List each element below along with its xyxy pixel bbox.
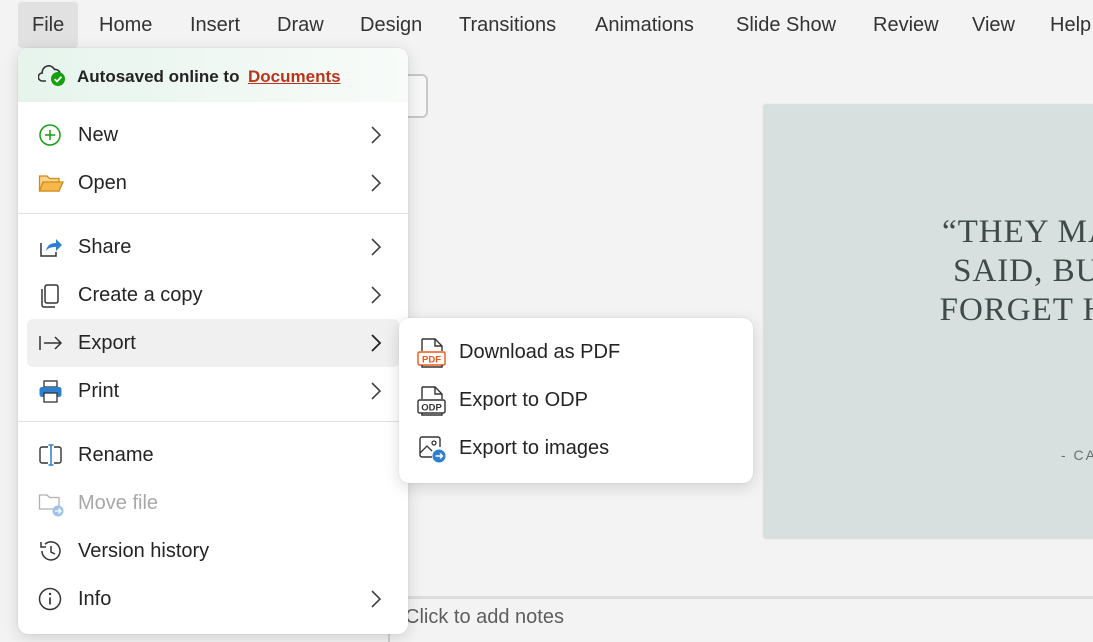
info-icon [38, 587, 62, 611]
chevron-right-icon [371, 286, 382, 304]
quote-line: “THEY MAY F [941, 214, 1093, 250]
menu-item-label: Export [78, 332, 136, 354]
menu-item-create-copy[interactable]: Create a copy [18, 271, 408, 319]
slide-quote: “THEY MAY F SAID, BUT T FORGET HOW [882, 213, 1093, 330]
submenu-item-label: Export to ODP [459, 389, 588, 411]
odp-file-icon: ODP [417, 386, 446, 416]
plus-circle-icon [39, 124, 61, 146]
menu-item-label: Rename [78, 444, 154, 466]
menu-item-print[interactable]: Print [18, 367, 408, 415]
quote-line: FORGET HOW [939, 292, 1093, 328]
pdf-file-icon: PDF [417, 338, 446, 368]
tab-help[interactable]: Help [1050, 0, 1091, 50]
slide-canvas[interactable]: “THEY MAY F SAID, BUT T FORGET HOW - CA [764, 105, 1093, 538]
tab-view[interactable]: View [972, 0, 1015, 50]
notes-divider[interactable] [388, 596, 1093, 599]
printer-icon [39, 380, 62, 403]
menu-item-label: Version history [78, 540, 210, 562]
submenu-item-label: Export to images [459, 437, 610, 459]
menu-item-move-file[interactable]: Move file [18, 479, 408, 527]
slide-author: - CA [1061, 447, 1093, 463]
tab-transitions[interactable]: Transitions [459, 0, 556, 50]
pdf-badge-text: PDF [422, 355, 441, 366]
menu-item-new[interactable]: New [18, 111, 408, 159]
menu-item-label: Info [78, 588, 112, 610]
copy-icon [41, 284, 59, 308]
chevron-right-icon [371, 590, 382, 608]
tab-design[interactable]: Design [360, 0, 422, 50]
menu-item-label: Share [78, 236, 132, 258]
history-icon [40, 541, 61, 561]
menu-item-share[interactable]: Share [18, 223, 408, 271]
image-export-icon [419, 436, 446, 463]
menu-item-open[interactable]: Open [18, 159, 408, 207]
odp-badge-text: ODP [421, 403, 442, 414]
submenu-item-download-pdf[interactable]: PDF Download as PDF [399, 328, 753, 376]
chevron-right-icon [371, 382, 382, 400]
autosave-label: Autosaved online to [77, 67, 240, 86]
share-icon [40, 239, 62, 257]
chevron-right-icon [371, 126, 382, 144]
menu-separator [18, 213, 408, 214]
menu-item-label: Create a copy [78, 284, 203, 306]
menu-item-label: Print [78, 380, 120, 402]
menu-item-version-history[interactable]: Version history [18, 527, 408, 575]
export-arrow-icon [39, 336, 63, 350]
menu-separator [18, 421, 408, 422]
chevron-right-icon [371, 238, 382, 256]
cloud-check-icon [38, 65, 65, 86]
autosave-banner: Autosaved online to Documents [18, 48, 408, 102]
menu-item-label: Move file [78, 492, 159, 514]
rename-icon [39, 444, 62, 466]
tab-home[interactable]: Home [99, 0, 152, 50]
file-menu: Autosaved online to Documents New Open S… [18, 48, 408, 634]
submenu-item-export-odp[interactable]: ODP Export to ODP [399, 376, 753, 424]
move-file-icon [38, 494, 64, 517]
chevron-right-icon [371, 334, 382, 352]
quote-line: SAID, BUT T [953, 253, 1093, 289]
tab-review[interactable]: Review [873, 0, 939, 50]
menu-item-rename[interactable]: Rename [18, 431, 408, 479]
notes-placeholder[interactable]: Click to add notes [405, 606, 564, 629]
tab-animations[interactable]: Animations [595, 0, 694, 50]
menu-item-label: Open [78, 172, 127, 194]
menu-item-label: New [78, 124, 119, 146]
menu-item-info[interactable]: Info [18, 575, 408, 623]
export-submenu: PDF Download as PDF ODP Export to ODP Ex… [399, 318, 753, 483]
menu-item-export[interactable]: Export [27, 319, 399, 367]
tab-slide-show[interactable]: Slide Show [736, 0, 836, 50]
tab-file[interactable]: File [18, 2, 79, 48]
autosave-location-link[interactable]: Documents [248, 67, 341, 87]
tab-insert[interactable]: Insert [190, 0, 240, 50]
submenu-item-label: Download as PDF [459, 341, 621, 363]
chevron-right-icon [371, 174, 382, 192]
tab-draw[interactable]: Draw [277, 0, 324, 50]
ribbon-tab-bar: File Home Insert Draw Design Transitions… [0, 0, 1093, 50]
folder-icon [38, 175, 64, 192]
submenu-item-export-images[interactable]: Export to images [399, 424, 753, 472]
